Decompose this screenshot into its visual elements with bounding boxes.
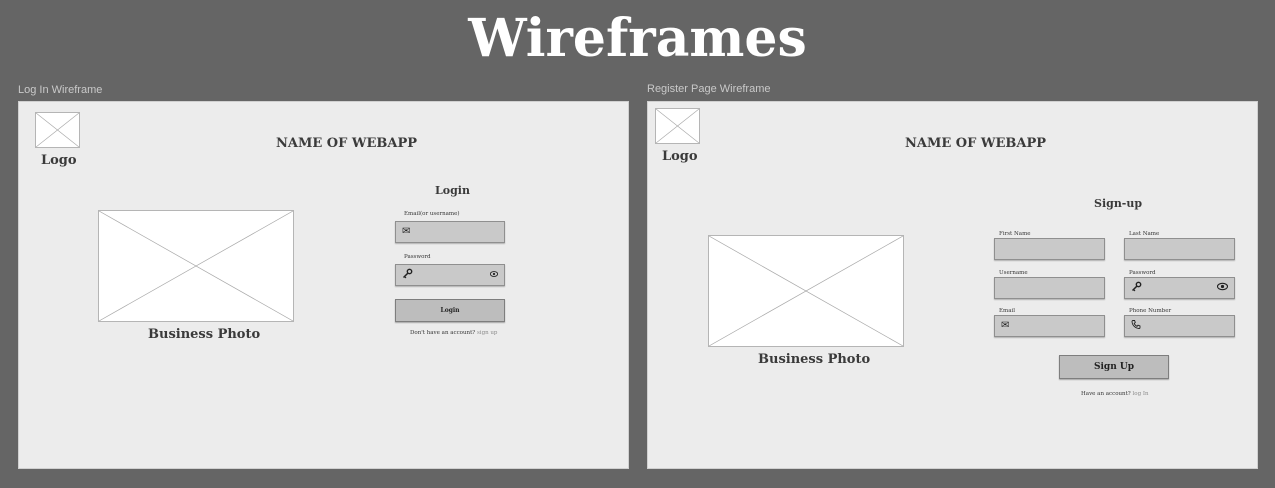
- last-name-field[interactable]: [1124, 238, 1235, 260]
- first-name-label: First Name: [999, 231, 1031, 237]
- signup-button[interactable]: Sign Up: [1059, 355, 1169, 379]
- app-name: NAME OF WEBAPP: [276, 136, 418, 151]
- email-field[interactable]: ✉: [395, 221, 505, 243]
- business-photo-label: Business Photo: [148, 327, 261, 342]
- login-button[interactable]: Login: [395, 299, 505, 322]
- login-frame-label: Log In Wireframe: [18, 84, 103, 96]
- key-icon: [402, 268, 413, 282]
- logo-placeholder: [655, 108, 700, 144]
- have-account-text: Have an account?: [1081, 391, 1131, 397]
- password-field[interactable]: [1124, 277, 1235, 299]
- email-label: Email: [999, 308, 1016, 314]
- register-frame-label: Register Page Wireframe: [647, 83, 771, 95]
- envelope-icon: ✉: [1001, 320, 1010, 331]
- login-prompt: Have an account? log In: [1081, 391, 1149, 397]
- eye-icon[interactable]: [1216, 282, 1229, 294]
- eye-icon[interactable]: [489, 270, 499, 280]
- login-wireframe: Logo NAME OF WEBAPP Business Photo Login…: [18, 101, 629, 469]
- signup-link[interactable]: sign up: [477, 330, 497, 336]
- app-name: NAME OF WEBAPP: [905, 136, 1047, 151]
- last-name-label: Last Name: [1129, 231, 1160, 237]
- signup-form-title: Sign-up: [1094, 197, 1143, 210]
- login-form-title: Login: [435, 184, 470, 197]
- phone-label: Phone Number: [1129, 308, 1172, 314]
- key-icon: [1131, 281, 1142, 295]
- username-field[interactable]: [994, 277, 1105, 299]
- business-photo-placeholder: [708, 235, 904, 347]
- logo-label: Logo: [41, 153, 77, 168]
- phone-icon: [1131, 320, 1141, 333]
- business-photo-label: Business Photo: [758, 352, 871, 367]
- login-link[interactable]: log In: [1133, 391, 1149, 397]
- password-field[interactable]: [395, 264, 505, 286]
- page-title: Wireframes: [468, 8, 807, 69]
- signup-prompt: Don't have an account? sign up: [410, 330, 497, 336]
- logo-label: Logo: [662, 149, 698, 164]
- username-label: Username: [999, 270, 1028, 276]
- register-wireframe: Logo NAME OF WEBAPP Business Photo Sign-…: [647, 101, 1258, 469]
- first-name-field[interactable]: [994, 238, 1105, 260]
- no-account-text: Don't have an account?: [410, 330, 476, 336]
- envelope-icon: ✉: [402, 226, 411, 237]
- phone-field[interactable]: [1124, 315, 1235, 337]
- logo-placeholder: [35, 112, 80, 148]
- email-label: Email(or username): [404, 211, 460, 217]
- password-label: Password: [404, 254, 431, 260]
- email-field[interactable]: ✉: [994, 315, 1105, 337]
- password-label: Password: [1129, 270, 1156, 276]
- business-photo-placeholder: [98, 210, 294, 322]
